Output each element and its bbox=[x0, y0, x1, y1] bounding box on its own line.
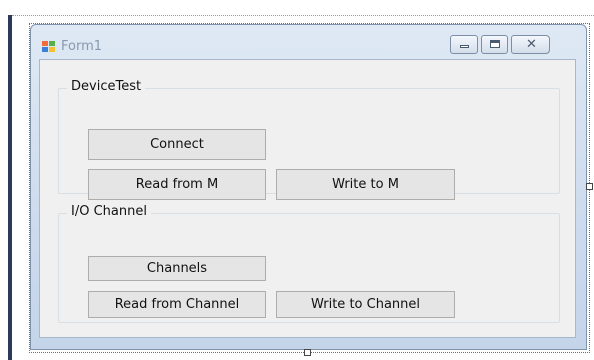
title-bar[interactable]: Form1 ✕ bbox=[31, 25, 586, 58]
group-title-io-channel: I/O Channel bbox=[67, 203, 151, 221]
group-title-device-test: DeviceTest bbox=[67, 78, 146, 96]
write-to-channel-button[interactable]: Write to Channel bbox=[276, 291, 455, 318]
form-window: Form1 ✕ DeviceTest I/O Channel Connect R… bbox=[30, 24, 587, 350]
ide-editor-margin bbox=[8, 15, 12, 360]
resize-handle-right[interactable] bbox=[586, 183, 593, 190]
maximize-icon bbox=[490, 40, 500, 48]
close-button[interactable]: ✕ bbox=[511, 35, 550, 54]
windows-form-icon bbox=[42, 41, 56, 53]
minimize-icon bbox=[460, 45, 469, 48]
ide-designer-top-border bbox=[12, 15, 594, 16]
close-icon: ✕ bbox=[526, 37, 537, 52]
read-from-channel-button[interactable]: Read from Channel bbox=[88, 291, 266, 318]
maximize-button[interactable] bbox=[481, 35, 508, 54]
connect-button[interactable]: Connect bbox=[88, 129, 266, 160]
minimize-button[interactable] bbox=[450, 35, 478, 54]
window-title: Form1 bbox=[61, 39, 103, 54]
read-from-m-button[interactable]: Read from M bbox=[88, 169, 266, 200]
form-client-area: DeviceTest I/O Channel Connect Read from… bbox=[39, 59, 576, 338]
write-to-m-button[interactable]: Write to M bbox=[276, 169, 455, 200]
channels-button[interactable]: Channels bbox=[88, 256, 266, 281]
resize-handle-bottom[interactable] bbox=[304, 349, 311, 356]
